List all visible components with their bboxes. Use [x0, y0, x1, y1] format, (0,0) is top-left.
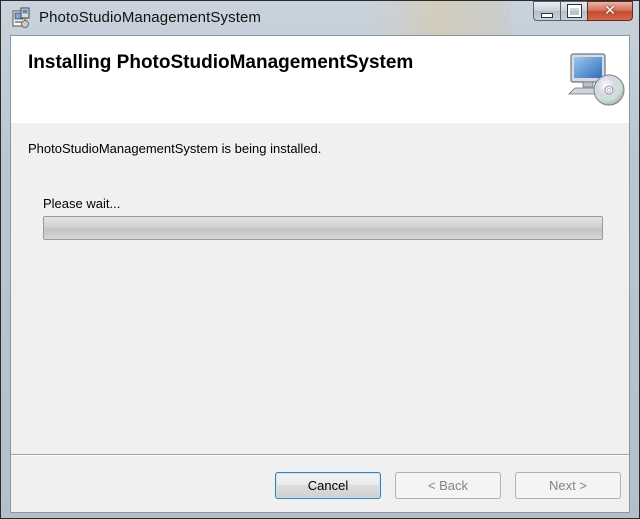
title-bar[interactable]: PhotoStudioManagementSystem ✕	[1, 1, 639, 35]
footer-divider-highlight	[11, 455, 629, 456]
installer-app-icon[interactable]	[11, 7, 31, 29]
close-icon: ✕	[604, 3, 616, 19]
installer-window: PhotoStudioManagementSystem ✕ Installing…	[0, 0, 640, 519]
minimize-icon	[541, 12, 553, 18]
installer-client-area: Installing PhotoStudioManagementSystem P…	[10, 35, 630, 513]
minimize-button[interactable]	[533, 1, 560, 21]
next-button[interactable]: Next >	[515, 472, 621, 499]
install-progress-bar	[43, 216, 603, 240]
status-message: PhotoStudioManagementSystem is being ins…	[28, 141, 322, 156]
computer-cd-icon	[567, 50, 629, 106]
wait-label: Please wait...	[43, 196, 121, 211]
page-title: Installing PhotoStudioManagementSystem	[28, 52, 414, 73]
maximize-button[interactable]	[560, 1, 587, 21]
header-banner: Installing PhotoStudioManagementSystem	[11, 36, 629, 123]
banner-divider	[11, 122, 629, 123]
window-title: PhotoStudioManagementSystem	[39, 9, 261, 26]
caption-buttons: ✕	[533, 1, 633, 22]
close-button[interactable]: ✕	[587, 1, 633, 21]
cancel-button[interactable]: Cancel	[275, 472, 381, 499]
maximize-icon	[566, 4, 582, 18]
back-button[interactable]: < Back	[395, 472, 501, 499]
